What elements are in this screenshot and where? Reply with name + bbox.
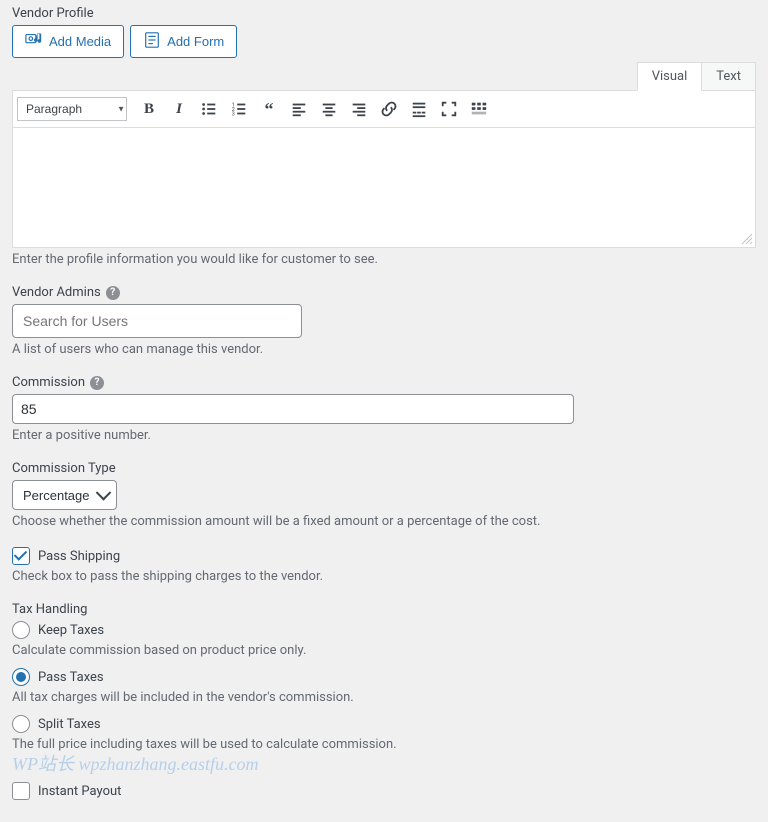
form-icon — [143, 31, 161, 52]
add-media-label: Add Media — [49, 34, 111, 49]
commission-type-section: Commission Type Percentage Choose whethe… — [12, 461, 756, 529]
editor-content-area[interactable] — [12, 128, 756, 248]
link-icon[interactable] — [375, 95, 403, 123]
read-more-icon[interactable] — [405, 95, 433, 123]
rich-text-editor: Visual Text Paragraph B I 123 “ — [12, 62, 756, 248]
blockquote-icon[interactable]: “ — [255, 95, 283, 123]
commission-type-label: Commission Type — [12, 461, 756, 476]
vendor-profile-label: Vendor Profile — [12, 6, 756, 21]
add-media-button[interactable]: Add Media — [12, 25, 124, 58]
commission-label-text: Commission — [12, 375, 85, 390]
keep-taxes-help: Calculate commission based on product pr… — [12, 643, 756, 658]
italic-icon[interactable]: I — [165, 95, 193, 123]
resize-handle-icon[interactable] — [741, 233, 753, 245]
pass-taxes-row[interactable]: Pass Taxes — [12, 668, 756, 686]
commission-type-select[interactable]: Percentage — [12, 480, 117, 510]
tab-text[interactable]: Text — [701, 62, 756, 91]
pass-taxes-label: Pass Taxes — [38, 670, 104, 685]
format-select-wrap: Paragraph — [17, 97, 133, 121]
numbered-list-icon[interactable]: 123 — [225, 95, 253, 123]
toolbar-toggle-icon[interactable] — [465, 95, 493, 123]
pass-shipping-help: Check box to pass the shipping charges t… — [12, 569, 756, 584]
instant-payout-label: Instant Payout — [38, 784, 121, 799]
align-right-icon[interactable] — [345, 95, 373, 123]
pass-shipping-checkbox[interactable] — [12, 547, 30, 565]
fullscreen-icon[interactable] — [435, 95, 463, 123]
split-taxes-label: Split Taxes — [38, 717, 101, 732]
help-icon[interactable]: ? — [106, 286, 120, 300]
commission-help: Enter a positive number. — [12, 428, 756, 443]
split-taxes-row[interactable]: Split Taxes — [12, 715, 756, 733]
tax-handling-label: Tax Handling — [12, 602, 756, 617]
commission-type-select-wrap: Percentage — [12, 480, 117, 510]
add-form-button[interactable]: Add Form — [130, 25, 237, 58]
instant-payout-section: Instant Payout — [12, 782, 756, 800]
pass-shipping-section: Pass Shipping Check box to pass the ship… — [12, 547, 756, 584]
instant-payout-row[interactable]: Instant Payout — [12, 782, 756, 800]
align-left-icon[interactable] — [285, 95, 313, 123]
vendor-admins-label-text: Vendor Admins — [12, 285, 101, 300]
commission-section: Commission ? Enter a positive number. — [12, 375, 756, 443]
keep-taxes-radio[interactable] — [12, 621, 30, 639]
bullet-list-icon[interactable] — [195, 95, 223, 123]
vendor-admins-label: Vendor Admins ? — [12, 285, 756, 300]
pass-shipping-row[interactable]: Pass Shipping — [12, 547, 756, 565]
vendor-profile-section: Vendor Profile Add Media — [12, 6, 756, 267]
watermark-text: WP站长 wpzhanzhang.eastfu.com — [12, 750, 756, 776]
instant-payout-checkbox[interactable] — [12, 782, 30, 800]
format-select[interactable]: Paragraph — [17, 97, 127, 121]
commission-input[interactable] — [12, 394, 574, 424]
bold-icon[interactable]: B — [135, 95, 163, 123]
align-center-icon[interactable] — [315, 95, 343, 123]
media-buttons-row: Add Media Add Form — [12, 25, 756, 58]
editor-toolbar: Paragraph B I 123 “ — [12, 90, 756, 128]
add-form-label: Add Form — [167, 34, 224, 49]
split-taxes-radio[interactable] — [12, 715, 30, 733]
commission-label: Commission ? — [12, 375, 756, 390]
svg-text:3: 3 — [232, 111, 235, 117]
pass-taxes-radio[interactable] — [12, 668, 30, 686]
commission-type-help: Choose whether the commission amount wil… — [12, 514, 756, 529]
keep-taxes-label: Keep Taxes — [38, 623, 104, 638]
editor-mode-tabs: Visual Text — [12, 62, 756, 91]
pass-shipping-label: Pass Shipping — [38, 549, 120, 564]
pass-taxes-help: All tax charges will be included in the … — [12, 690, 756, 705]
vendor-admins-search-input[interactable] — [12, 304, 302, 338]
help-icon[interactable]: ? — [90, 376, 104, 390]
vendor-profile-help: Enter the profile information you would … — [12, 252, 756, 267]
vendor-admins-section: Vendor Admins ? A list of users who can … — [12, 285, 756, 357]
vendor-admins-help: A list of users who can manage this vend… — [12, 342, 756, 357]
keep-taxes-row[interactable]: Keep Taxes — [12, 621, 756, 639]
camera-music-icon — [25, 31, 43, 52]
tab-visual[interactable]: Visual — [637, 62, 703, 91]
tax-handling-section: Tax Handling Keep Taxes Calculate commis… — [12, 602, 756, 752]
